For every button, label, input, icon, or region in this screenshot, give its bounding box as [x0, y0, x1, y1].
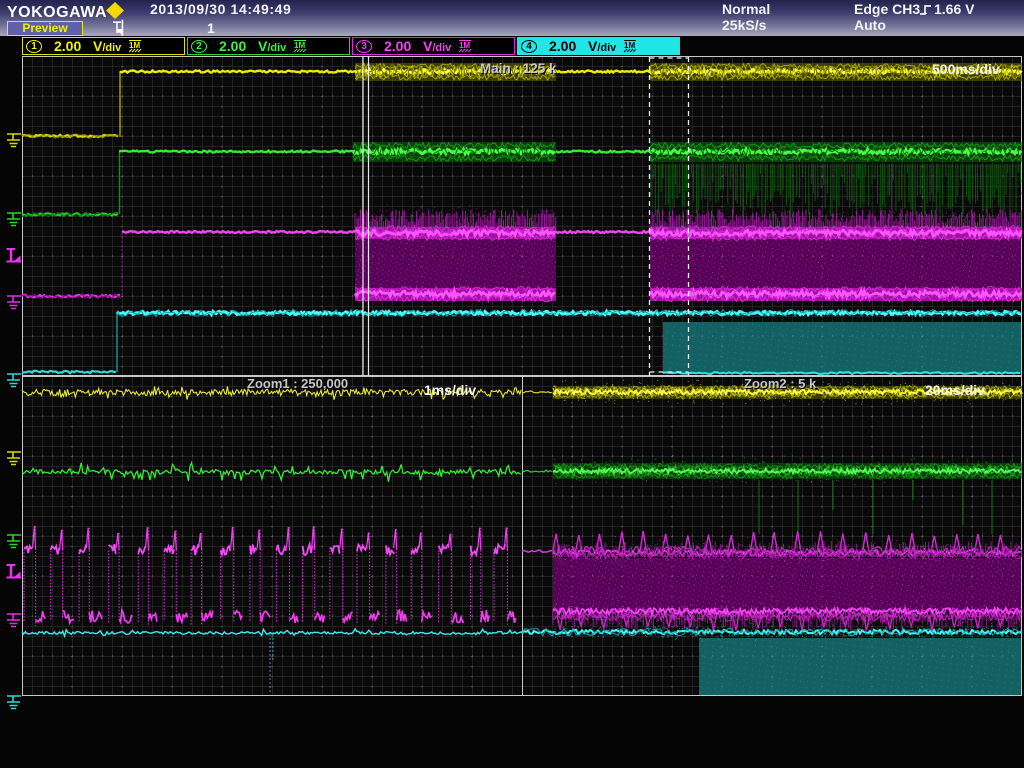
svg-text:1M: 1M	[624, 41, 635, 50]
svg-text:1M: 1M	[129, 41, 140, 50]
svg-text:1M: 1M	[294, 41, 305, 50]
svg-text:1M: 1M	[459, 41, 470, 50]
